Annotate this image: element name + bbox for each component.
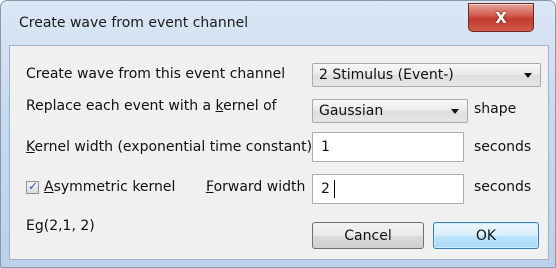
forward-width-input[interactable]: 2 — [312, 174, 464, 204]
event-channel-dropdown[interactable]: 2 Stimulus (Event-) — [312, 63, 541, 87]
forward-width-label: Forward width — [206, 179, 306, 195]
kernel-width-value: 1 — [321, 139, 330, 155]
cancel-button[interactable]: Cancel — [312, 222, 424, 249]
dialog-window: Create wave from event channel X Create … — [0, 0, 556, 268]
kernel-width-label: Kernel width (exponential time constant) — [26, 139, 313, 155]
kernel-formula-text: Eg(2,1, 2) — [26, 218, 95, 234]
kernel-shape-dropdown[interactable]: Gaussian — [312, 99, 468, 123]
event-channel-value: 2 Stimulus (Event-) — [319, 67, 454, 83]
forward-width-units: seconds — [474, 179, 532, 195]
kernel-shape-suffix: shape — [474, 101, 517, 117]
asymmetric-kernel-checkbox[interactable]: ✓ — [26, 179, 39, 194]
dialog-client-area: Create wave from this event channel 2 St… — [9, 45, 549, 260]
checkmark-icon: ✓ — [28, 179, 39, 193]
close-icon: X — [495, 8, 507, 27]
chevron-down-icon — [451, 109, 459, 114]
window-title: Create wave from event channel — [19, 15, 249, 31]
text-caret — [334, 180, 335, 198]
asymmetric-kernel-label[interactable]: Asymmetric kernel — [44, 179, 175, 195]
chevron-down-icon — [524, 73, 532, 78]
kernel-width-units: seconds — [474, 139, 532, 155]
close-button[interactable]: X — [468, 3, 534, 32]
kernel-width-input[interactable]: 1 — [312, 132, 464, 162]
kernel-shape-label: Replace each event with a kernel of — [26, 98, 277, 114]
kernel-shape-value: Gaussian — [319, 103, 384, 119]
event-channel-label: Create wave from this event channel — [26, 66, 286, 82]
ok-button[interactable]: OK — [433, 222, 539, 249]
forward-width-value: 2 — [321, 181, 330, 197]
